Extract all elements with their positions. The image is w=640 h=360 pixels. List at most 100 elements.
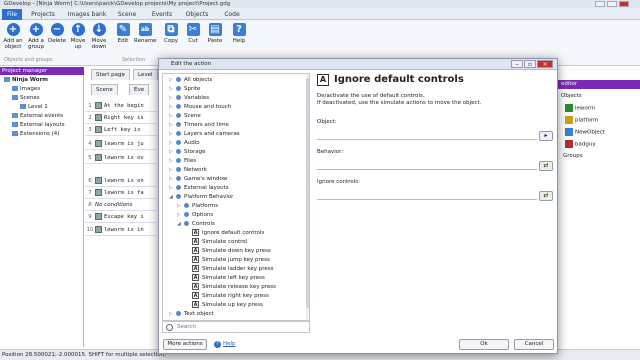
object-item[interactable]: platform [565,116,598,124]
delete-button[interactable]: − Delete [46,22,68,60]
tab-objects[interactable]: Objects [182,9,212,20]
expand-arrow-icon[interactable]: ◢ [177,220,184,229]
tab-events[interactable]: Events [148,9,176,20]
scene-subtab[interactable]: Eve [129,84,150,95]
tree-item[interactable]: ▷ Audio [169,139,200,148]
tree-item[interactable]: ▷ Game's window [169,175,227,184]
expand-arrow-icon[interactable]: ▷ [169,175,176,184]
event-row[interactable]: 7 leworm is fa [85,188,157,199]
ignore-controls-field-input[interactable] [317,199,537,200]
tree-item[interactable]: A Ignore default controls [185,229,264,238]
expand-arrow-icon[interactable]: ▷ [169,139,176,148]
help-link[interactable]: Help [223,341,236,347]
rename-button[interactable]: ab Rename [134,22,157,60]
paste-button[interactable]: ▤ Paste [204,22,226,60]
choose-object-icon[interactable]: ▸ [539,131,553,141]
project-item[interactable]: External events [12,113,63,119]
tree-item[interactable]: ▷ Mouse and touch [169,103,231,112]
tree-item[interactable]: ▷ External layouts [169,184,229,193]
tree-item[interactable]: ◢ Platform Behavior [169,193,233,202]
expand-arrow-icon[interactable]: ▷ [169,103,176,112]
minimize-button[interactable] [595,1,605,7]
scene-subtab[interactable]: Scene [91,84,118,95]
event-row[interactable]: 3 Left key is [85,125,157,136]
object-item[interactable]: NewObject [565,128,605,136]
choose-behavior-icon[interactable]: ⇄ [539,161,553,171]
choose-value-icon[interactable]: ⇄ [539,191,553,201]
object-item[interactable]: badguy [565,140,596,148]
tree-item[interactable]: ▷ Layers and cameras [169,130,240,139]
event-row[interactable]: 2 Right key is [85,113,157,124]
help-icon[interactable]: ? [214,341,221,348]
tree-item[interactable]: ▷ Platforms [177,202,218,211]
expand-arrow-icon[interactable]: ▷ [169,157,176,166]
project-item[interactable]: Ninja Worm [4,77,48,83]
expand-arrow-icon[interactable]: ▷ [169,130,176,139]
action-search-input[interactable]: Search [162,321,310,333]
event-row[interactable]: 9 Escape key i [85,212,157,223]
maximize-button[interactable] [607,1,617,7]
expand-arrow-icon[interactable]: ▷ [169,184,176,193]
tree-item[interactable]: A Simulate release key press [185,283,276,292]
expand-arrow-icon[interactable]: ▷ [177,202,184,211]
tab-images-bank[interactable]: Images bank [66,9,108,20]
tree-item[interactable]: ▷ All objects [169,76,212,85]
behavior-field-input[interactable] [317,169,537,170]
tree-item[interactable]: ▷ Timers and time [169,121,229,130]
project-item[interactable]: Scenes [12,95,40,101]
dialog-close-icon[interactable]: × [537,60,553,68]
event-row[interactable]: 10 leworm is in [85,225,157,236]
scene-tab[interactable]: Level [133,69,158,80]
expand-arrow-icon[interactable]: ▷ [169,112,176,121]
move-down-button[interactable]: ↓ Move down [88,22,110,60]
tab-scene[interactable]: Scene [115,9,139,20]
close-window-button[interactable] [619,1,629,7]
move-up-button[interactable]: ↑ Move up [67,22,89,60]
expand-arrow-icon[interactable]: ◢ [169,193,176,202]
object-field-input[interactable] [317,139,537,140]
tree-item[interactable]: A Simulate jump key press [185,256,270,265]
tree-item[interactable]: ▷ Files [169,157,196,166]
expand-arrow-icon[interactable]: ▷ [169,94,176,103]
tree-item[interactable]: A Simulate down key press [185,247,271,256]
object-item[interactable]: leworm [565,104,595,112]
expand-arrow-icon[interactable]: ▷ [169,85,176,94]
tab-file[interactable]: File [2,9,22,20]
project-item[interactable]: Extensions (4) [12,131,59,137]
cut-button[interactable]: ✂ Cut [182,22,204,60]
tree-item[interactable]: ▷ Variables [169,94,209,103]
dialog-maximize-button[interactable]: ▫ [524,60,536,68]
expand-arrow-icon[interactable]: ▷ [169,148,176,157]
tree-item[interactable]: ▷ Text object [169,310,214,319]
project-item[interactable]: External layouts [12,122,65,128]
tree-item[interactable]: ◢ Controls [177,220,215,229]
edit-button[interactable]: ✎ Edit [112,22,134,60]
cancel-button[interactable]: Cancel [514,339,554,350]
expand-arrow-icon[interactable]: ▷ [169,76,176,85]
add-an-object-button[interactable]: + Add an object [2,22,24,60]
dialog-minimize-button[interactable]: – [511,60,523,68]
tree-item[interactable]: ▷ Network [169,166,207,175]
expand-arrow-icon[interactable]: ▷ [177,211,184,220]
project-item[interactable]: Images [12,86,40,92]
copy-button[interactable]: ⧉ Copy [160,22,182,60]
event-row[interactable]: 8 No conditions [85,200,157,211]
tree-item[interactable]: A Simulate ladder key press [185,265,273,274]
event-row[interactable]: 6 leworm is on [85,176,157,187]
tree-scrollbar[interactable] [306,74,309,320]
tab-code[interactable]: Code [220,9,244,20]
groups-label[interactable]: Groups [563,153,583,159]
tree-item[interactable]: A Simulate control [185,238,247,247]
expand-arrow-icon[interactable]: ▷ [169,310,176,319]
help-button[interactable]: ? Help [228,22,250,60]
add-a-group-button[interactable]: + Add a group [25,22,47,60]
tree-item[interactable]: ▷ Scene [169,112,201,121]
event-row[interactable]: 5 leworm is ov [85,153,157,164]
tree-item[interactable]: A Simulate right key press [185,292,269,301]
tree-item[interactable]: ▷ Options [177,211,213,220]
ok-button[interactable]: Ok [459,339,509,350]
tree-item[interactable]: A Simulate up key press [185,301,263,310]
expand-arrow-icon[interactable]: ▷ [169,121,176,130]
scene-tab[interactable]: Start page [91,69,130,80]
more-actions-button[interactable]: More actions [163,339,207,350]
